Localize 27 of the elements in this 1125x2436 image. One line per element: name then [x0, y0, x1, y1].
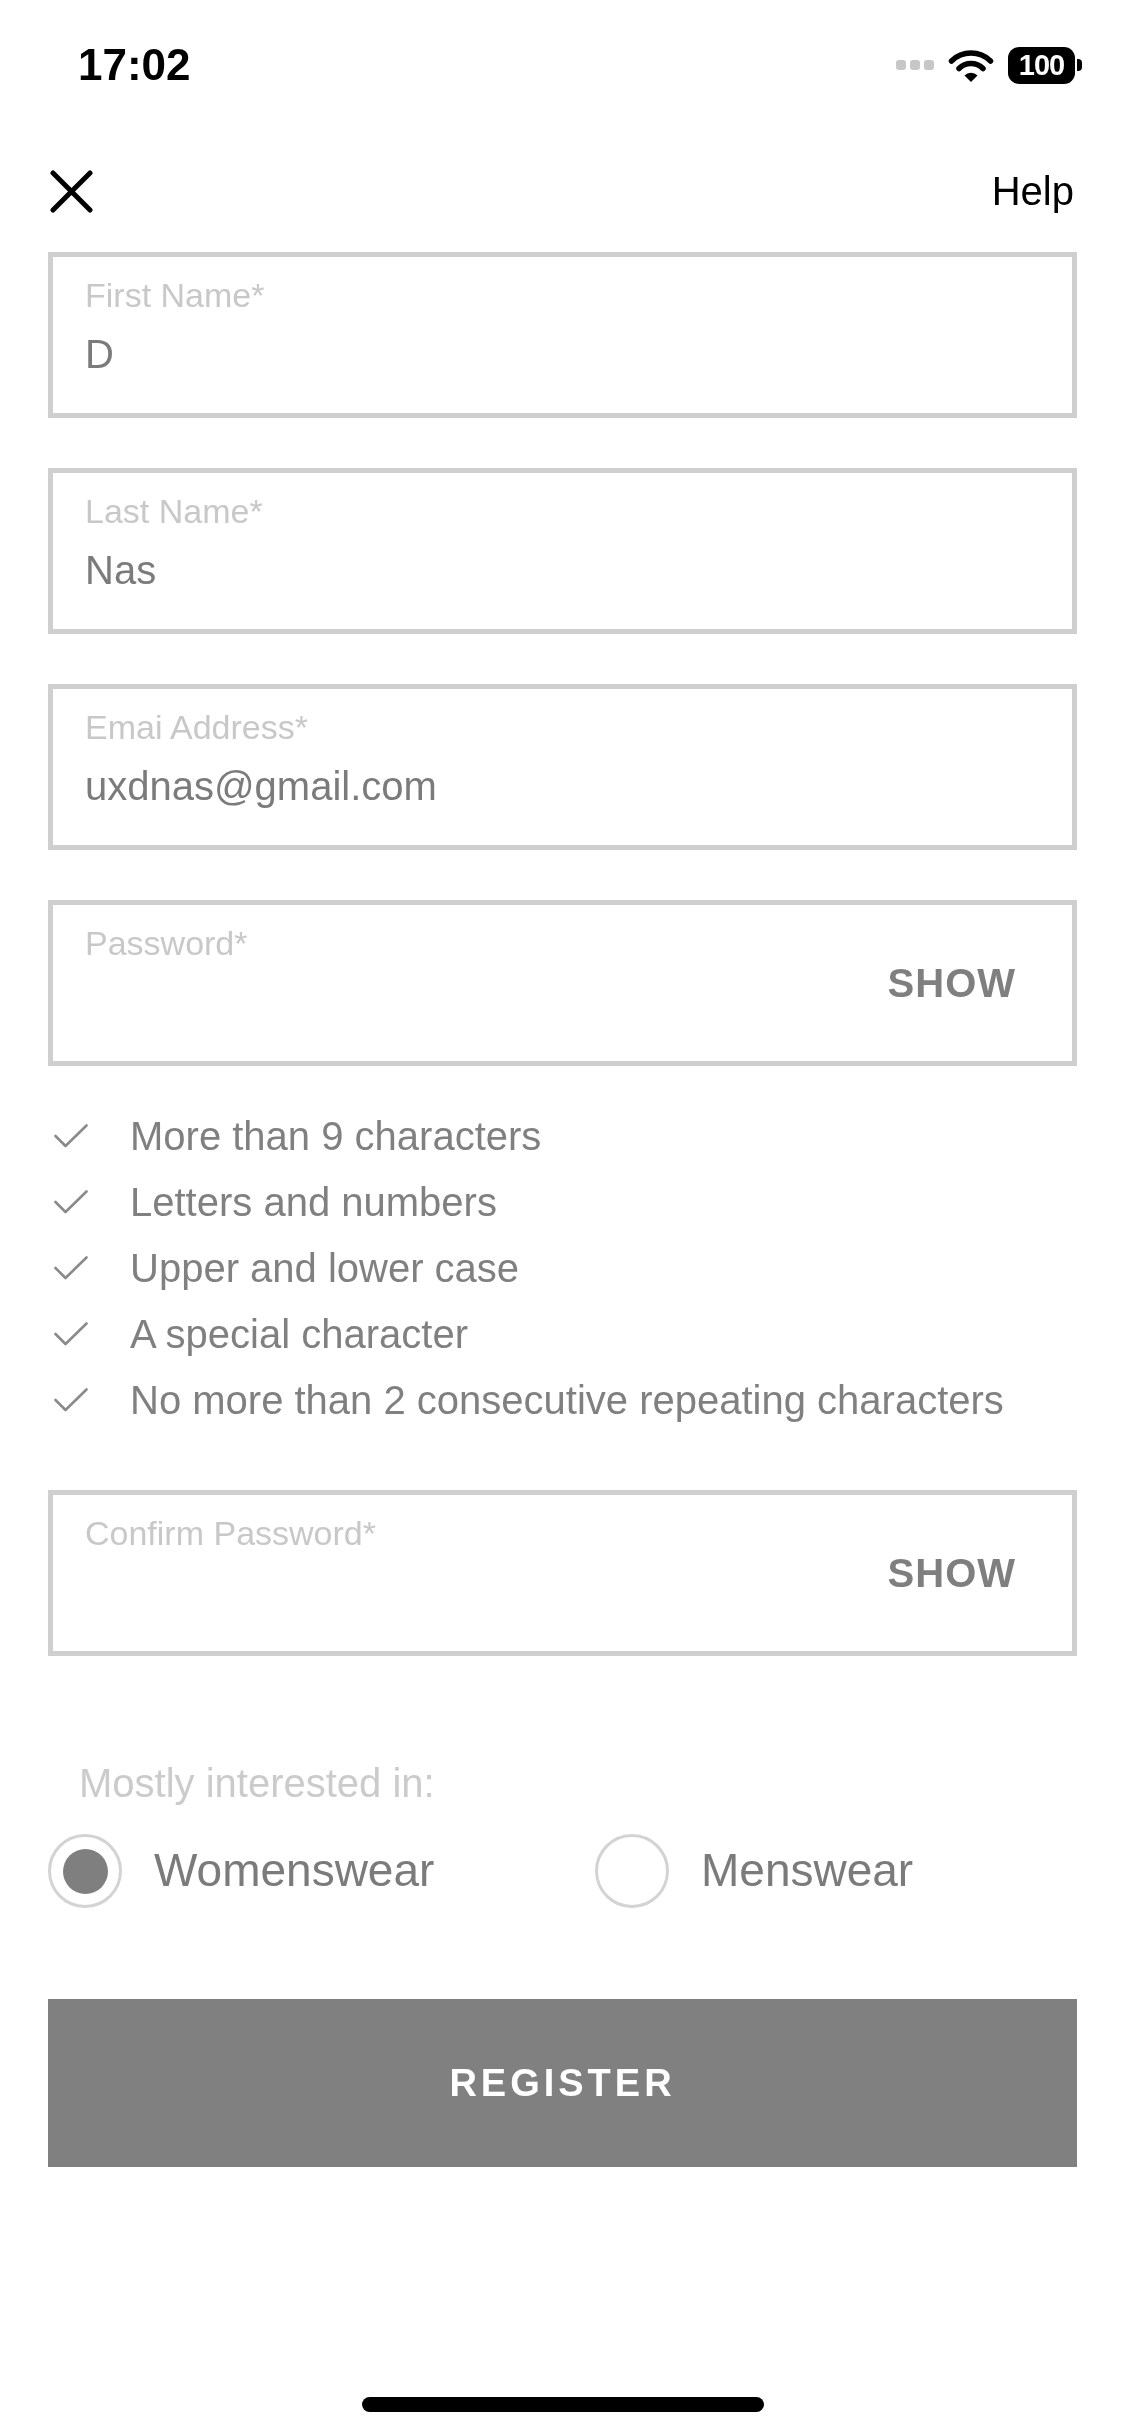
radio-button[interactable]: [48, 1834, 122, 1908]
check-icon: [54, 1190, 88, 1214]
radio-label: Womenswear: [154, 1843, 435, 1899]
register-button[interactable]: REGISTER: [48, 1999, 1077, 2167]
check-icon: [54, 1388, 88, 1412]
radio-button[interactable]: [595, 1834, 669, 1908]
close-icon: [50, 169, 93, 213]
battery-indicator: 100: [1008, 46, 1082, 84]
rule-text: More than 9 characters: [130, 1113, 542, 1160]
radio-label: Menswear: [701, 1843, 914, 1899]
field-value: D: [85, 331, 114, 378]
rule-text: Upper and lower case: [130, 1245, 520, 1292]
check-icon: [54, 1256, 88, 1280]
signal-dots-icon: [896, 60, 934, 70]
show-password-button[interactable]: SHOW: [887, 959, 1016, 1007]
rule-text: No more than 2 consecutive repeating characters: [130, 1377, 1004, 1424]
help-link[interactable]: Help: [991, 167, 1074, 215]
rule-text: Letters and numbers: [130, 1179, 497, 1226]
show-password-button[interactable]: SHOW: [887, 1549, 1016, 1597]
rule-text: A special character: [130, 1311, 468, 1358]
field-value: Nas: [85, 547, 157, 594]
wifi-icon: [948, 48, 994, 82]
close-button[interactable]: [50, 169, 93, 213]
status-time: 17:02: [78, 43, 191, 87]
field-value: uxdnas@gmail.com: [85, 763, 437, 810]
check-icon: [54, 1322, 88, 1346]
check-icon: [54, 1124, 88, 1148]
